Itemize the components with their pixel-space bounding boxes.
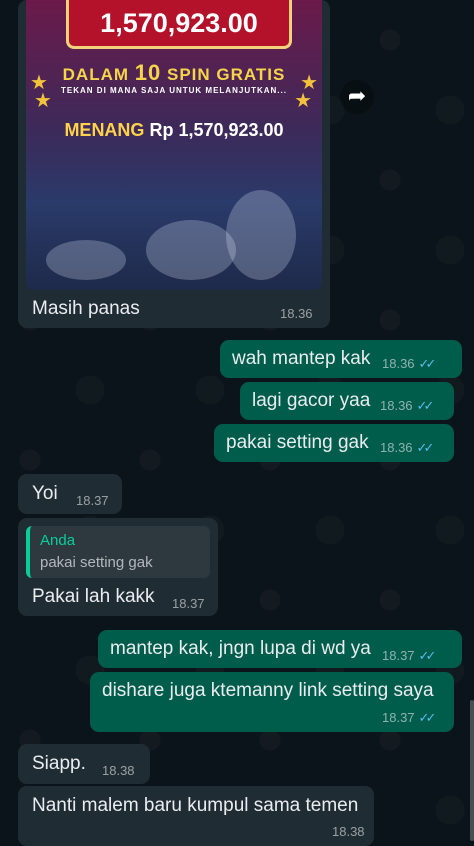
outgoing-message[interactable]: dishare juga ktemanny link setting saya … [90, 672, 454, 732]
message-text: Nanti malem baru kumpul sama temen [32, 795, 359, 816]
message-text: dishare juga ktemanny link setting saya [102, 680, 434, 701]
message-text: pakai setting gak [226, 432, 369, 453]
forward-arrow-icon[interactable]: ➦ [340, 80, 374, 114]
game-amount: 1,570,923.00 [66, 0, 292, 49]
double-check-icon: ✓✓ [418, 356, 437, 371]
incoming-message[interactable]: Yoi 18.37 [18, 474, 122, 514]
win-label: MENANG [64, 120, 145, 140]
message-time: 18.36 ✓✓ [382, 356, 437, 371]
incoming-reply-message[interactable]: Anda pakai setting gak Pakai lah kakk 18… [18, 518, 218, 616]
double-check-icon: ✓✓ [418, 648, 437, 663]
win-text: MENANG Rp 1,570,923.00 [26, 120, 322, 141]
game-screenshot[interactable]: 1,570,923.00 DALAM 10 SPIN GRATIS TEKAN … [26, 0, 322, 290]
win-value: Rp 1,570,923.00 [149, 120, 284, 140]
message-text: lagi gacor yaa [252, 390, 371, 411]
spin-suffix: SPIN GRATIS [166, 65, 286, 84]
double-check-icon: ✓✓ [416, 440, 435, 455]
image-message[interactable]: 1,570,923.00 DALAM 10 SPIN GRATIS TEKAN … [18, 0, 330, 328]
double-check-icon: ✓✓ [416, 398, 435, 413]
scrollbar[interactable] [470, 700, 474, 841]
message-time: 18.37 [76, 493, 109, 508]
outgoing-message[interactable]: pakai setting gak 18.36 ✓✓ [214, 424, 454, 462]
spin-number: 10 [134, 60, 162, 85]
outgoing-message[interactable]: mantep kak, jngn lupa di wd ya 18.37 ✓✓ [98, 630, 462, 668]
message-time: 18.37 ✓✓ [382, 648, 437, 663]
message-text: Pakai lah kakk [32, 586, 155, 607]
quoted-author: Anda [40, 532, 76, 549]
quoted-text: pakai setting gak [40, 554, 153, 571]
outgoing-message[interactable]: wah mantep kak 18.36 ✓✓ [220, 340, 462, 378]
star-icon: ★ [34, 90, 52, 112]
quoted-message[interactable]: Anda pakai setting gak [26, 526, 210, 578]
message-time: 18.38 [332, 824, 365, 839]
message-time: 18.37 [172, 596, 205, 611]
message-text: Siapp. [32, 753, 86, 774]
message-text: mantep kak, jngn lupa di wd ya [110, 638, 371, 659]
snow-mound [146, 220, 236, 280]
message-time: 18.38 [102, 763, 135, 778]
snowman-shape [226, 190, 296, 280]
incoming-message[interactable]: Siapp. 18.38 [18, 744, 150, 784]
message-time: 18.36 ✓✓ [380, 398, 435, 413]
message-time: 18.36 [280, 306, 313, 321]
message-time: 18.37 ✓✓ [382, 710, 437, 725]
incoming-message[interactable]: Nanti malem baru kumpul sama temen 18.38 [18, 786, 374, 846]
message-time: 18.36 ✓✓ [380, 440, 435, 455]
snow-mound [46, 240, 126, 280]
tap-to-continue-text: TEKAN DI MANA SAJA UNTUK MELANJUTKAN... [61, 86, 287, 95]
message-text: wah mantep kak [232, 348, 371, 369]
free-spin-text: DALAM 10 SPIN GRATIS [26, 60, 322, 86]
message-text: Yoi [32, 483, 58, 504]
image-caption: Masih panas [32, 298, 140, 319]
outgoing-message[interactable]: lagi gacor yaa 18.36 ✓✓ [240, 382, 454, 420]
double-check-icon: ✓✓ [418, 710, 437, 725]
star-icon: ★ [294, 90, 312, 112]
spin-prefix: DALAM [62, 65, 130, 84]
